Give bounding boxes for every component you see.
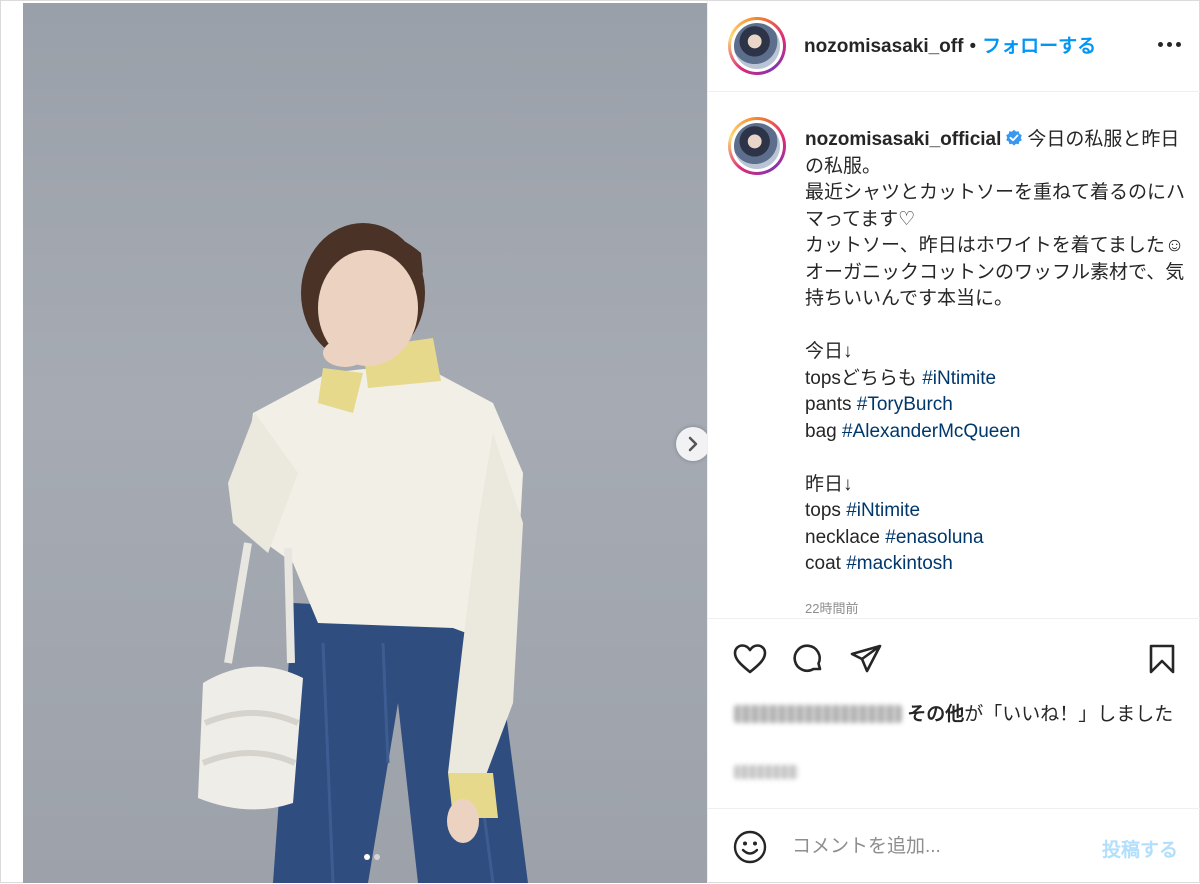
post-header: nozomisasaki_off • フォローする [708,1,1200,92]
yesterday-item: tops #iNtimite [805,500,921,521]
heart-icon [733,644,767,674]
carousel-dot [374,854,380,860]
carousel-dot-active [364,854,370,860]
header-user-line: nozomisasaki_off • フォローする [804,31,1096,58]
carousel-indicator [364,854,380,860]
likes-suffix: が「いいね！」しました [964,704,1174,725]
paper-plane-icon [850,644,882,673]
comment-bar: 投稿する [708,808,1200,884]
chevron-right-icon [688,436,698,452]
caption-text: nozomisasaki_official 今日の私服と昨日の私服。 最近シャツ… [805,127,1185,578]
save-button[interactable] [1144,641,1180,677]
caption-username[interactable]: nozomisasaki_official [805,129,1001,150]
hashtag-link[interactable]: #enasoluna [885,527,983,548]
more-options-icon[interactable] [1156,34,1182,54]
post-photo[interactable] [23,3,707,883]
hashtag-link[interactable]: #ToryBurch [857,394,953,415]
header-username[interactable]: nozomisasaki_off [804,36,963,58]
smiley-icon [733,830,767,864]
today-item: bag #AlexanderMcQueen [805,420,1021,442]
caption-avatar[interactable] [728,117,786,175]
comment-input[interactable] [792,831,1082,863]
hashtag-link[interactable]: #iNtimite [922,368,996,389]
blurred-post-date [734,765,798,779]
share-button[interactable] [848,641,884,677]
today-heading: 今日↓ [805,341,853,362]
comment-button[interactable] [790,641,826,677]
action-bar: その他が「いいね！」しました [708,618,1200,808]
next-photo-button[interactable] [676,427,707,461]
today-item: topsどちらも #iNtimite [805,367,997,389]
today-item: pants #ToryBurch [805,394,953,415]
comment-icon [793,644,822,672]
instagram-post: nozomisasaki_off • フォローする nozomisasaki_o… [0,0,1200,884]
verified-badge-icon [1006,129,1023,146]
follow-button[interactable]: フォローする [982,31,1096,58]
emoji-button[interactable] [732,829,768,865]
yesterday-heading: 昨日↓ [805,473,853,495]
like-button[interactable] [732,641,768,677]
avatar[interactable] [728,17,786,75]
post-time-ago: 22時間前 [805,601,859,616]
photo-woman-figure [198,223,528,883]
blurred-liker-name[interactable] [734,705,902,723]
hashtag-link[interactable]: #mackintosh [846,553,953,574]
likes-others-link[interactable]: その他 [907,704,964,725]
hashtag-link[interactable]: #iNtimite [846,500,920,521]
likes-summary: その他が「いいね！」しました [734,701,1174,729]
caption-section: nozomisasaki_official 今日の私服と昨日の私服。 最近シャツ… [708,93,1200,618]
header-separator: • [969,36,977,57]
yesterday-item: coat #mackintosh [805,553,953,574]
yesterday-item: necklace #enasoluna [805,526,984,548]
bookmark-icon [1149,644,1175,674]
caption-body: 今日の私服と昨日の私服。 最近シャツとカットソーを重ねて着るのにハマってます♡ … [805,129,1186,309]
post-side-panel: nozomisasaki_off • フォローする nozomisasaki_o… [707,1,1200,884]
hashtag-link[interactable]: #AlexanderMcQueen [842,421,1021,442]
post-comment-button[interactable]: 投稿する [1102,835,1178,862]
